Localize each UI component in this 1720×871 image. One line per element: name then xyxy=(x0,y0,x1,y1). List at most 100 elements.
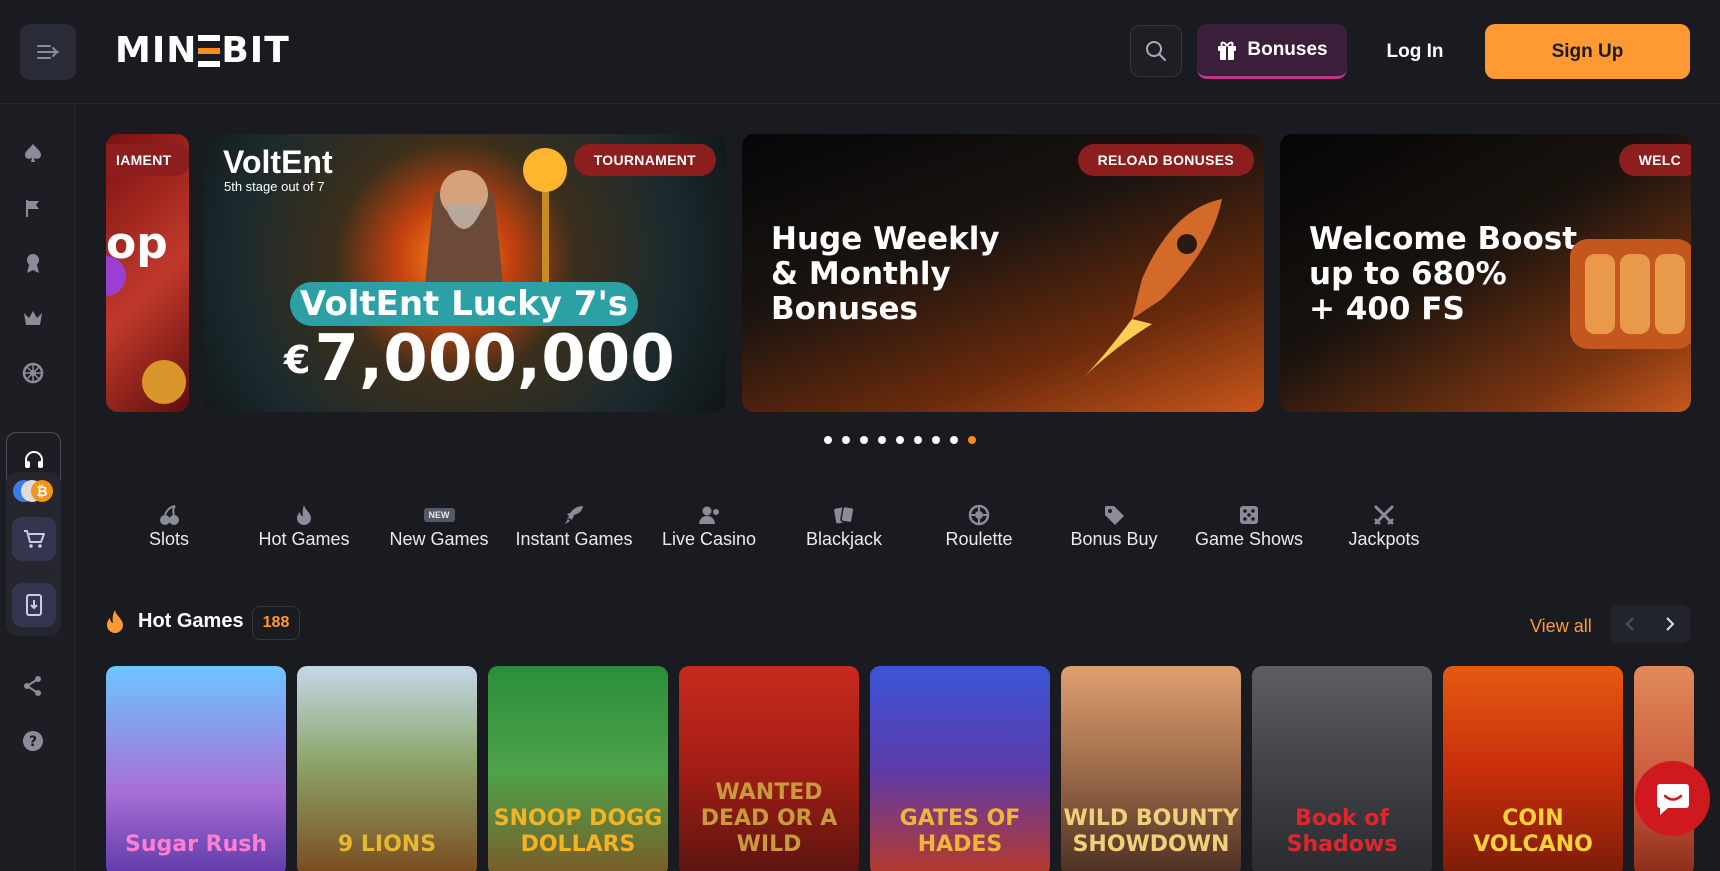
banner-voltent-tournament[interactable]: VoltEnt 5th stage out of 7 TOURNAMENT Vo… xyxy=(204,134,726,412)
chat-bubble-icon xyxy=(1656,783,1689,815)
minebit-logo[interactable]: MIN BIT xyxy=(115,30,290,71)
category-jackpots[interactable]: Jackpots xyxy=(1319,503,1449,550)
game-title: WANTED DEAD OR A WILD xyxy=(700,780,838,857)
flame-icon xyxy=(297,505,311,525)
category-roulette[interactable]: Roulette xyxy=(914,503,1044,550)
category-label: Jackpots xyxy=(1348,529,1420,549)
live-chat-button[interactable] xyxy=(1635,761,1710,836)
carousel-dot[interactable] xyxy=(842,436,850,444)
sidebar-promotions-button[interactable] xyxy=(19,249,47,277)
next-button[interactable] xyxy=(1650,605,1690,643)
prize-amount: € 7,000,000 xyxy=(284,322,675,396)
category-label: Live Casino xyxy=(661,529,757,549)
game-card[interactable]: GATES OF HADES xyxy=(870,666,1050,871)
sidebar-casino-button[interactable] xyxy=(19,139,47,167)
banner-title: Huge Weekly & Monthly Bonuses xyxy=(771,221,1000,327)
voltent-stage: 5th stage out of 7 xyxy=(224,179,325,194)
game-title: SNOOP DOGG DOLLARS xyxy=(493,806,663,857)
game-title: GATES OF HADES xyxy=(899,806,1021,857)
category-instant-games[interactable]: Instant Games xyxy=(509,503,639,550)
tag-icon xyxy=(1105,506,1124,525)
game-title: Book of Shadows xyxy=(1286,806,1398,857)
prize-value: 7,000,000 xyxy=(314,322,675,396)
game-card[interactable]: WANTED DEAD OR A WILD xyxy=(679,666,859,871)
lucky-sevens-pill: VoltEnt Lucky 7's xyxy=(290,282,638,326)
login-button[interactable]: Log In xyxy=(1360,24,1470,79)
carousel-dot[interactable] xyxy=(896,436,904,444)
carousel-nav xyxy=(1610,605,1690,643)
help-button[interactable]: ? xyxy=(19,727,47,755)
crypto-coins-icon: ₿ xyxy=(13,480,53,502)
gift-icon xyxy=(1218,41,1237,60)
signup-button[interactable]: Sign Up xyxy=(1485,24,1690,79)
lucky-sevens-title: VoltEnt Lucky 7's xyxy=(299,284,629,324)
category-label: Blackjack xyxy=(805,529,883,549)
category-label: Bonus Buy xyxy=(1070,529,1158,549)
buy-crypto-button[interactable] xyxy=(12,517,56,561)
carousel-dot[interactable] xyxy=(824,436,832,444)
carousel-dot[interactable] xyxy=(860,436,868,444)
award-ribbon-icon xyxy=(27,254,39,273)
top-header: MIN BIT Bonuses Log In Sign Up xyxy=(0,0,1720,104)
collapse-menu-icon xyxy=(37,45,59,59)
prev-button[interactable] xyxy=(1610,605,1650,643)
game-title: WILD BOUNTY SHOWDOWN xyxy=(1063,806,1239,857)
roulette-icon xyxy=(968,504,990,526)
category-blackjack[interactable]: Blackjack xyxy=(779,503,909,550)
game-card[interactable]: WILD BOUNTY SHOWDOWN xyxy=(1061,666,1241,871)
banner-tag: WELC xyxy=(1618,144,1691,176)
category-label: Game Shows xyxy=(1194,529,1304,549)
carousel-dot[interactable] xyxy=(914,436,922,444)
sidebar-toggle-button[interactable] xyxy=(20,24,76,80)
carousel-dot-active[interactable] xyxy=(968,436,976,444)
sidebar-wheel-button[interactable] xyxy=(19,359,47,387)
carousel-dot[interactable] xyxy=(932,436,940,444)
cards-icon xyxy=(834,505,855,524)
crypto-coins[interactable]: ₿ xyxy=(12,477,58,505)
crossed-swords-icon xyxy=(1374,505,1394,525)
game-card[interactable]: Book of Shadows xyxy=(1252,666,1432,871)
game-title: COIN VOLCANO xyxy=(1473,806,1593,857)
banner-partial-left[interactable]: IAMENT op xyxy=(106,134,189,412)
rocket-icon xyxy=(565,506,583,524)
search-button[interactable] xyxy=(1130,25,1182,77)
bonuses-label: Bonuses xyxy=(1247,39,1328,60)
svg-text:₿: ₿ xyxy=(36,484,47,500)
game-card[interactable]: COIN VOLCANO xyxy=(1443,666,1623,871)
share-button[interactable] xyxy=(19,672,47,700)
category-hot-games[interactable]: Hot Games xyxy=(239,503,369,550)
chevron-right-icon xyxy=(1666,617,1675,631)
category-slots[interactable]: Slots xyxy=(104,503,234,550)
view-all-link[interactable]: View all xyxy=(1530,616,1592,637)
bonuses-button[interactable]: Bonuses xyxy=(1197,24,1347,79)
game-card[interactable]: SNOOP DOGG DOLLARS xyxy=(488,666,668,871)
sidebar-sports-button[interactable] xyxy=(19,194,47,222)
banner-reload-bonuses[interactable]: RELOAD BONUSES Huge Weekly & Monthly Bon… xyxy=(742,134,1264,412)
game-card[interactable]: 9 LIONS xyxy=(297,666,477,871)
download-app-button[interactable] xyxy=(12,583,56,627)
game-title: 9 LIONS xyxy=(337,832,437,857)
zeus-figure xyxy=(424,148,567,294)
cherries-icon xyxy=(160,505,179,525)
svg-text:?: ? xyxy=(29,734,37,750)
dealer-icon xyxy=(699,506,719,524)
hot-games-flame-icon xyxy=(107,610,123,633)
banner-tag: IAMENT xyxy=(106,144,189,176)
category-bonus-buy[interactable]: Bonus Buy xyxy=(1049,503,1179,550)
game-card[interactable]: Sugar Rush xyxy=(106,666,286,871)
games-count-badge: 188 xyxy=(252,606,300,640)
carousel-dot[interactable] xyxy=(878,436,886,444)
sidebar-vip-button[interactable] xyxy=(19,304,47,332)
banner-tag: RELOAD BONUSES xyxy=(1077,144,1254,176)
spade-icon xyxy=(25,144,41,162)
category-game-shows[interactable]: Game Shows xyxy=(1184,503,1314,550)
section-title: Hot Games xyxy=(138,610,244,632)
carousel-dot[interactable] xyxy=(950,436,958,444)
category-label: Roulette xyxy=(945,529,1013,549)
category-new-games[interactable]: NEW New Games xyxy=(374,503,504,550)
prize-currency: € xyxy=(284,338,311,382)
category-label: New Games xyxy=(389,529,489,549)
banner-welcome-boost[interactable]: WELC Welcome Boost up to 680% + 400 FS xyxy=(1280,134,1691,412)
category-live-casino[interactable]: Live Casino xyxy=(644,503,774,550)
logo-text-right: BIT xyxy=(221,30,290,71)
